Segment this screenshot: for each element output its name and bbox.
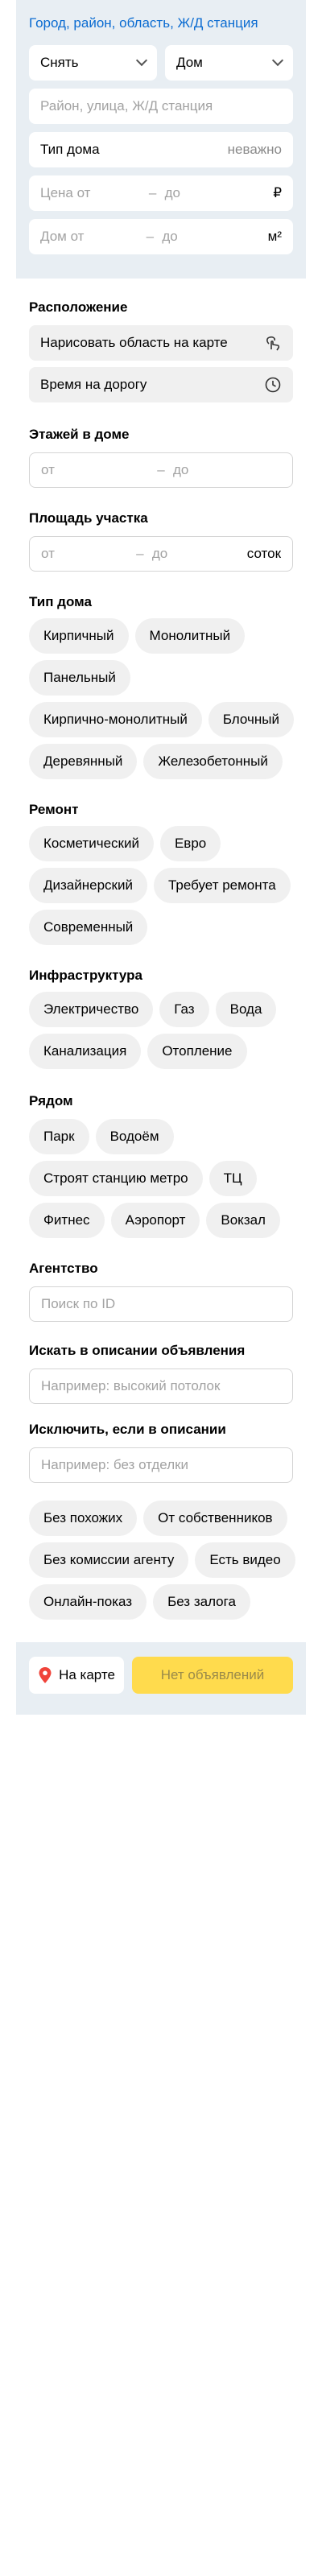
property-type-select[interactable]: Дом [165,45,293,80]
plot-unit: соток [246,546,282,561]
house-type-value: неважно [227,142,282,157]
chip-has-video[interactable]: Есть видео [195,1542,295,1578]
agency-heading: Агентство [29,1261,98,1276]
chip-no-deposit[interactable]: Без залога [153,1584,250,1620]
chevron-down-icon [271,54,284,67]
chip-gas[interactable]: Газ [159,992,209,1027]
range-dash: – [136,546,144,561]
infrastructure-chips: Электричество Газ Вода Канализация Отопл… [29,992,299,1069]
house-area-unit: м² [267,229,283,244]
chip-no-similar[interactable]: Без похожих [29,1501,138,1536]
chip-pond[interactable]: Водоём [95,1119,174,1154]
map-button-label: На карте [59,1667,115,1682]
building-type-chips: Кирпичный Монолитный Панельный Кирпично-… [29,618,299,779]
house-type-select[interactable]: Тип дома неважно [29,132,293,167]
search-description-input[interactable]: Например: высокий потолок [29,1368,293,1404]
house-area-range[interactable]: Дом от – до м² [29,219,293,254]
price-unit: ₽ [273,185,283,200]
plot-from-input[interactable]: от [41,546,128,562]
show-results-label: Нет объявлений [160,1667,265,1682]
chip-electricity[interactable]: Электричество [29,992,154,1027]
travel-time-button[interactable]: Время на дорогу [29,367,293,402]
location-heading: Расположение [29,299,128,315]
draw-area-button[interactable]: Нарисовать область на карте [29,325,293,361]
extra-filter-chips: Без похожих От собственников Без комисси… [29,1501,299,1620]
house-area-from-input[interactable]: Дом от [40,229,138,245]
renovation-chips: Косметический Евро Дизайнерский Требует … [29,826,299,945]
deal-type-row: Снять Дом [29,45,293,80]
draw-area-label: Нарисовать область на карте [40,335,228,350]
chip-modern[interactable]: Современный [29,910,148,945]
plot-range[interactable]: от – до соток [29,536,293,572]
chip-wooden[interactable]: Деревянный [29,744,138,779]
address-input[interactable]: Район, улица, Ж/Д станция [29,89,293,124]
chip-from-owners[interactable]: От собственников [143,1501,287,1536]
chip-mall[interactable]: ТЦ [208,1161,257,1196]
exclude-description-placeholder: Например: без отделки [41,1457,189,1472]
nearby-chips: Парк Водоём Строят станцию метро ТЦ Фитн… [29,1119,299,1238]
agency-placeholder: Поиск по ID [41,1296,116,1311]
chip-no-commission[interactable]: Без комиссии агенту [29,1542,189,1578]
chip-monolith[interactable]: Монолитный [134,618,246,654]
range-dash: – [148,185,157,200]
chip-block[interactable]: Блочный [208,702,294,737]
floors-from-input[interactable]: от [41,462,149,478]
exclude-description-heading: Исключить, если в описании [29,1422,226,1437]
renovation-heading: Ремонт [29,802,79,817]
map-button[interactable]: На карте [29,1657,124,1694]
chip-reinforced-concrete[interactable]: Железобетонный [143,744,283,779]
house-area-to-input[interactable]: до [162,229,259,245]
search-description-placeholder: Например: высокий потолок [41,1378,221,1393]
chip-cosmetic[interactable]: Косметический [29,826,154,861]
show-results-button[interactable]: Нет объявлений [132,1657,293,1694]
travel-time-label: Время на дорогу [40,377,147,392]
page: Город, район, область, Ж/Д станция Снять… [0,0,322,2576]
chevron-down-icon [135,54,148,67]
location-link[interactable]: Город, район, область, Ж/Д станция [29,14,293,32]
draw-hand-icon [264,334,282,352]
house-type-label: Тип дома [40,142,100,157]
chip-airport[interactable]: Аэропорт [110,1203,200,1238]
chip-metro-construction[interactable]: Строят станцию метро [29,1161,203,1196]
address-placeholder: Район, улица, Ж/Д станция [40,98,213,114]
map-pin-icon [38,1666,52,1684]
nearby-heading: Рядом [29,1093,73,1108]
agency-input[interactable]: Поиск по ID [29,1286,293,1322]
property-type-value: Дом [176,55,203,70]
chip-brick[interactable]: Кирпичный [29,618,129,654]
deal-select[interactable]: Снять [29,45,157,80]
chip-fitness[interactable]: Фитнес [29,1203,105,1238]
price-from-input[interactable]: Цена от [40,185,141,201]
main-filters: Город, район, область, Ж/Д станция Снять… [16,0,306,279]
chip-heating[interactable]: Отопление [147,1034,247,1069]
chip-station[interactable]: Вокзал [206,1203,280,1238]
clock-icon [264,376,282,394]
plot-to-input[interactable]: до [152,546,239,562]
price-range[interactable]: Цена от – до ₽ [29,175,293,211]
floors-heading: Этажей в доме [29,427,130,442]
chip-designer[interactable]: Дизайнерский [29,868,147,903]
chip-park[interactable]: Парк [29,1119,89,1154]
search-description-heading: Искать в описании объявления [29,1343,246,1358]
price-to-input[interactable]: до [165,185,266,201]
footer-bar: На карте Нет объявлений [16,1642,306,1715]
chip-panel[interactable]: Панельный [29,660,130,696]
range-dash: – [157,462,165,477]
floors-to-input[interactable]: до [173,462,281,478]
range-dash: – [146,229,155,244]
floors-range[interactable]: от – до [29,452,293,488]
chip-water[interactable]: Вода [215,992,277,1027]
plot-heading: Площадь участка [29,510,148,526]
chip-needs-repair[interactable]: Требует ремонта [153,868,291,903]
chip-online-tour[interactable]: Онлайн-показ [29,1584,147,1620]
chip-euro[interactable]: Евро [159,826,221,861]
building-type-heading: Тип дома [29,594,92,609]
infrastructure-heading: Инфраструктура [29,968,142,983]
chip-sewerage[interactable]: Канализация [29,1034,142,1069]
deal-select-value: Снять [40,55,79,70]
chip-brick-monolith[interactable]: Кирпично-монолитный [29,702,202,737]
exclude-description-input[interactable]: Например: без отделки [29,1447,293,1483]
